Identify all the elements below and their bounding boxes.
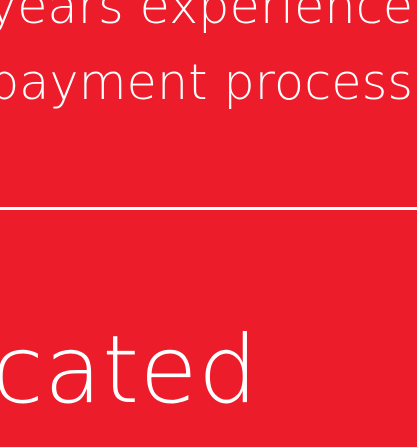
large-word-fragment: cated bbox=[0, 316, 259, 425]
payment-processing-text-line: payment processi bbox=[0, 54, 417, 111]
section-divider bbox=[0, 207, 417, 210]
experience-text-line: years experience bbox=[0, 0, 414, 35]
red-content-panel: years experience payment processi cated bbox=[0, 0, 417, 447]
